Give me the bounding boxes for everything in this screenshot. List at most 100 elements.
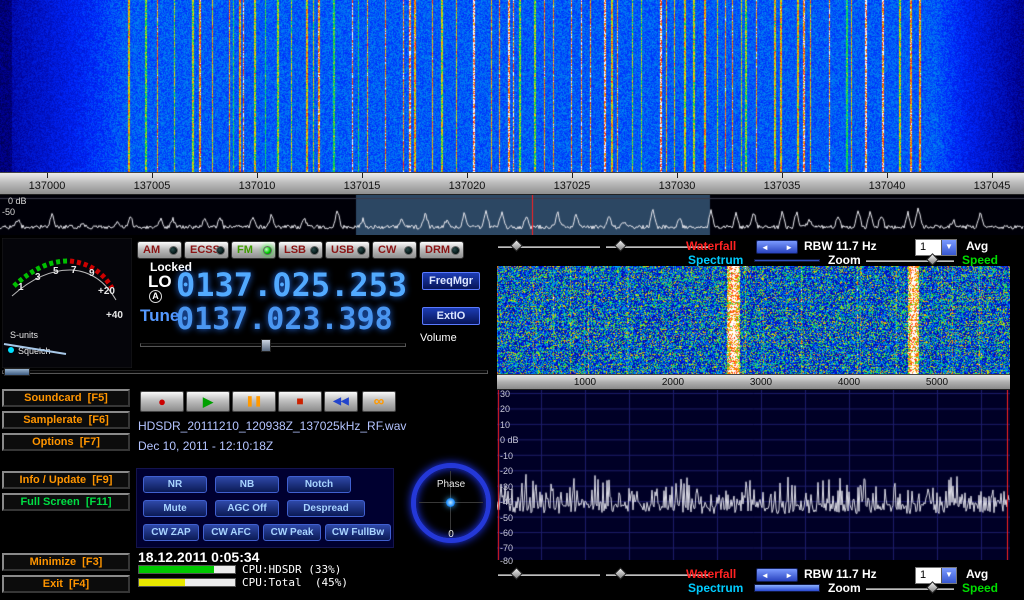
volume-slider[interactable] <box>140 343 406 347</box>
waterfall-tab[interactable]: Waterfall <box>686 567 736 581</box>
db-grid-label: -10 <box>500 451 513 461</box>
vfo-a-badge[interactable]: A <box>149 290 162 303</box>
left-arrow-icon[interactable]: ◄ <box>761 243 769 252</box>
avg-select[interactable]: 1 ▼ <box>915 567 957 584</box>
options-button[interactable]: Options [F7] <box>2 433 130 451</box>
right-arrow-icon[interactable]: ► <box>785 243 793 252</box>
db-grid-label: 20 <box>500 404 510 414</box>
spectrum-tab[interactable]: Spectrum <box>688 581 743 595</box>
info-update-button[interactable]: Info / Update [F9] <box>2 471 130 489</box>
nr-button[interactable]: NR <box>143 476 207 493</box>
left-arrow-icon[interactable]: ◄ <box>761 571 769 580</box>
main-waterfall-display[interactable] <box>0 0 1024 172</box>
freq-scale-label: 137020 <box>449 180 486 192</box>
lo-frequency-display[interactable]: 0137.025.253 <box>176 266 407 304</box>
scale-tick <box>362 173 363 178</box>
freq-scale-label: 137000 <box>29 180 66 192</box>
nb-button[interactable]: NB <box>215 476 279 493</box>
scale-tick <box>887 173 888 178</box>
spectrum-tab[interactable]: Spectrum <box>688 253 743 267</box>
tune-offset-thumb[interactable] <box>4 368 30 376</box>
waterfall-brightness-slider[interactable] <box>498 574 600 576</box>
cpu-hdsdr-label: CPU:HDSDR (33%) <box>242 563 341 576</box>
cw-afc-button[interactable]: CW AFC <box>203 524 259 541</box>
play-button[interactable]: ▶ <box>186 391 230 412</box>
freq-scale-label: 137005 <box>134 180 171 192</box>
play-icon: ▶ <box>203 394 213 409</box>
record-button[interactable]: ● <box>140 391 184 412</box>
extio-button[interactable]: ExtIO <box>422 307 480 325</box>
scale-tick <box>257 173 258 178</box>
band-shift-scrollbar[interactable]: ◄ ► <box>756 568 798 582</box>
slider-thumb[interactable] <box>614 239 627 252</box>
samplerate-button[interactable]: Samplerate [F6] <box>2 411 130 429</box>
combo-arrow-icon[interactable]: ▼ <box>941 568 956 583</box>
band-shift-scrollbar[interactable]: ◄ ► <box>756 240 798 254</box>
cw-fullbw-button[interactable]: CW FullBw <box>325 524 391 541</box>
cw-peak-button[interactable]: CW Peak <box>263 524 321 541</box>
agc-button[interactable]: AGC Off <box>215 500 279 517</box>
notch-button[interactable]: Notch <box>287 476 351 493</box>
mode-led-icon <box>169 246 178 255</box>
dsp-panel: NR NB Notch Mute AGC Off Despread CW ZAP… <box>136 468 394 548</box>
mode-button-cw[interactable]: CW <box>372 241 417 259</box>
loop-button[interactable]: ∞ <box>362 391 396 412</box>
tune-offset-slider[interactable] <box>2 370 488 374</box>
db-grid-label: -30 <box>500 482 513 492</box>
stop-button[interactable]: ■ <box>278 391 322 412</box>
overview-spectrum-canvas[interactable] <box>0 195 1024 235</box>
right-arrow-icon[interactable]: ► <box>785 571 793 580</box>
mode-button-fm[interactable]: FM <box>231 241 276 259</box>
af-waterfall-display[interactable] <box>497 266 1010 374</box>
waterfall-brightness-slider[interactable] <box>498 246 600 248</box>
volume-label: Volume <box>420 332 457 344</box>
pause-button[interactable]: ❚❚ <box>232 391 276 412</box>
main-frequency-scale[interactable]: 137000 137005 137010 137015 137020 13702… <box>0 172 1024 195</box>
waterfall-tab[interactable]: Waterfall <box>686 239 736 253</box>
avg-select-value: 1 <box>920 241 926 253</box>
mode-button-lsb[interactable]: LSB <box>278 241 323 259</box>
mode-button-usb[interactable]: USB <box>325 241 370 259</box>
af-frequency-scale[interactable]: 1000 2000 3000 4000 5000 <box>497 374 1010 390</box>
combo-arrow-icon[interactable]: ▼ <box>941 240 956 255</box>
cpu-total-meter <box>138 578 236 587</box>
s-units-label: S-units <box>10 330 39 340</box>
speed-slider[interactable] <box>866 260 954 262</box>
s-meter-scale-5: 5 <box>53 266 59 277</box>
volume-thumb[interactable] <box>261 339 271 352</box>
overview-spectrum-display[interactable]: 0 dB -50 <box>0 195 1024 235</box>
display-control-bar-bottom: Waterfall ◄ ► RBW 11.7 Hz 1 ▼ Avg Spectr… <box>492 565 1024 597</box>
zoom-track[interactable] <box>754 259 820 262</box>
mode-led-icon <box>216 246 225 255</box>
slider-thumb[interactable] <box>614 567 627 580</box>
zoom-scrollbar[interactable] <box>754 584 820 592</box>
slider-thumb[interactable] <box>510 567 523 580</box>
mute-button[interactable]: Mute <box>143 500 207 517</box>
despread-button[interactable]: Despread <box>287 500 365 517</box>
cw-zap-button[interactable]: CW ZAP <box>143 524 199 541</box>
squelch-led-icon[interactable] <box>8 347 14 353</box>
scale-tick <box>992 173 993 178</box>
freqmgr-button[interactable]: FreqMgr <box>422 272 480 290</box>
db-grid-label: 10 <box>500 420 510 430</box>
rewind-button[interactable]: ◀◀ <box>324 391 358 412</box>
speed-slider[interactable] <box>866 588 954 590</box>
minimize-button[interactable]: Minimize [F3] <box>2 553 130 571</box>
af-spectrum-display[interactable] <box>497 390 1010 560</box>
fullscreen-button[interactable]: Full Screen [F11] <box>2 493 130 511</box>
record-icon: ● <box>158 394 166 409</box>
db-grid-label: -70 <box>500 543 513 553</box>
tune-frequency-display[interactable]: 0137.023.398 <box>176 302 393 337</box>
af-scale-label: 3000 <box>750 377 772 388</box>
soundcard-button[interactable]: Soundcard [F5] <box>2 389 130 407</box>
avg-select[interactable]: 1 ▼ <box>915 239 957 256</box>
s-meter-scale-7: 7 <box>71 265 77 276</box>
slider-thumb[interactable] <box>510 239 523 252</box>
mode-button-drm[interactable]: DRM <box>419 241 464 259</box>
mode-button-ecss[interactable]: ECSS <box>184 241 229 259</box>
exit-button[interactable]: Exit [F4] <box>2 575 130 593</box>
mode-label: AM <box>143 244 160 256</box>
mode-button-am[interactable]: AM <box>137 241 182 259</box>
zoom-label: Zoom <box>828 253 861 267</box>
avg-label: Avg <box>966 239 988 253</box>
